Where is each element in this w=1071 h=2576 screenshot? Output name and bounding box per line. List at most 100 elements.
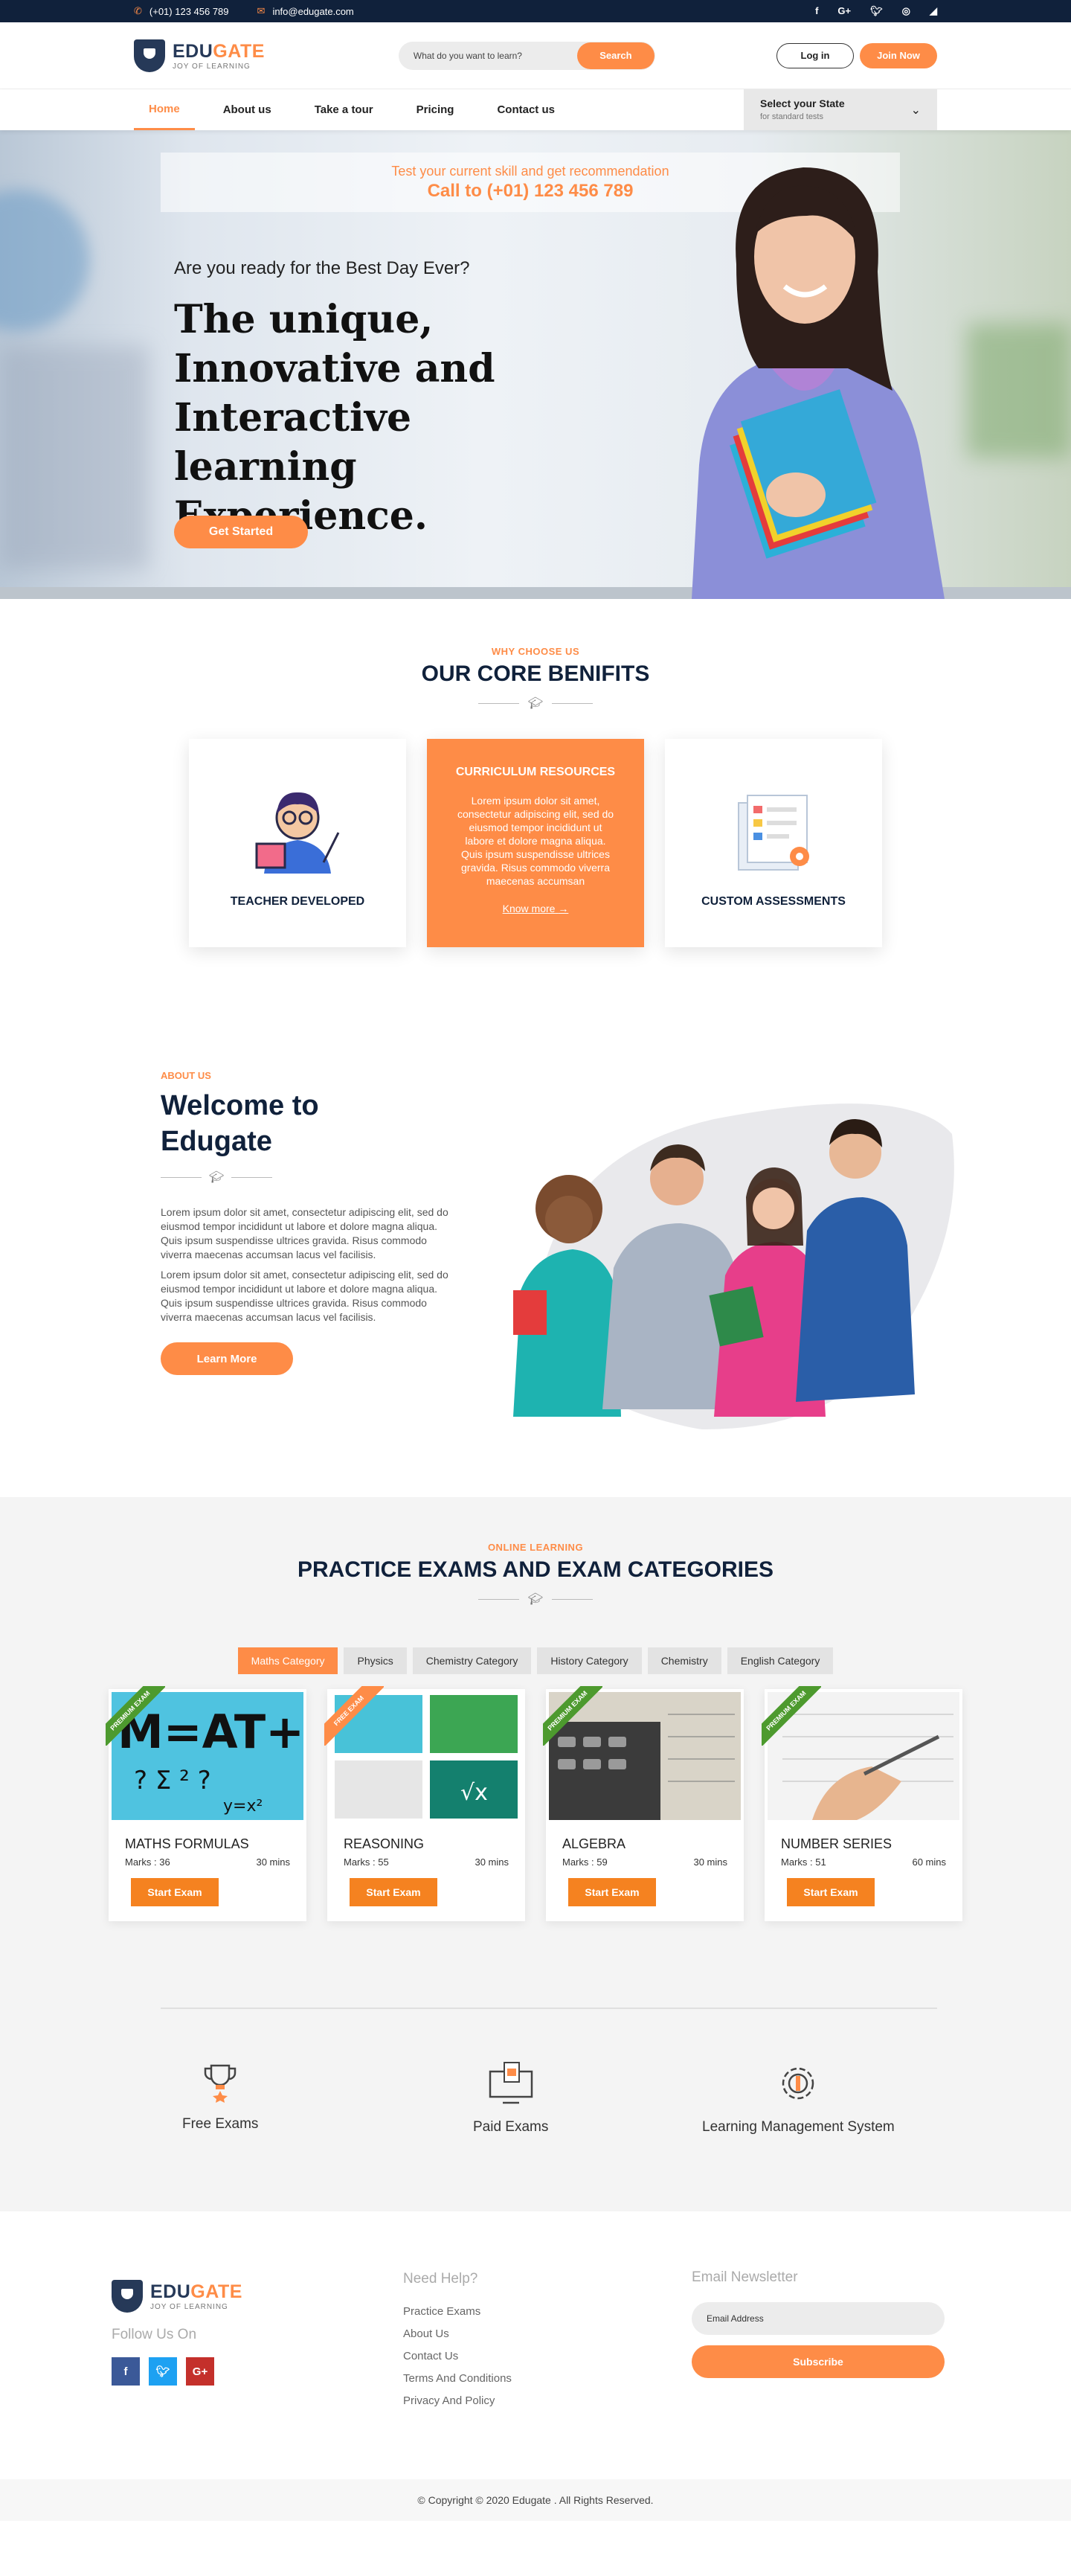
gear-lms-icon [782, 2067, 814, 2100]
state-select-sub: for standard tests [760, 112, 823, 121]
footer-link-about-us[interactable]: About Us [403, 2327, 512, 2340]
exam-title: NUMBER SERIES [781, 1836, 892, 1851]
benefit-title: TEACHER DEVELOPED [230, 895, 365, 908]
nav-home[interactable]: Home [134, 89, 195, 130]
exam-marks: Marks : 36 [125, 1856, 170, 1868]
divider: 🎓︎ [0, 696, 1071, 711]
exam-time: 30 mins [475, 1856, 509, 1868]
exam-card[interactable]: PREMIUM EXAM NUMBER SERIES Marks : 51 60 … [762, 1686, 962, 1921]
main-nav: Home About us Take a tour Pricing Contac… [0, 89, 1071, 130]
copyright: © Copyright © 2020 Edugate . All Rights … [0, 2479, 1071, 2521]
premium-ribbon: PREMIUM EXAM [762, 1686, 821, 1746]
exam-title: REASONING [344, 1836, 425, 1851]
benefit-card-teacher[interactable]: TEACHER DEVELOPED [189, 739, 406, 947]
assessment-icon [738, 795, 809, 871]
twitter-icon[interactable]: 🐦︎ [149, 2357, 177, 2386]
about-paragraph-2: Lorem ipsum dolor sit amet, consectetur … [161, 1269, 448, 1323]
state-select-title: Select your State [760, 97, 845, 109]
tab-english-category[interactable]: English Category [727, 1647, 834, 1674]
tab-history-category[interactable]: History Category [537, 1647, 642, 1674]
benefit-title: CURRICULUM RESOURCES [455, 766, 616, 778]
start-exam-button[interactable]: Start Exam [568, 1878, 656, 1906]
email-input[interactable]: Email Address [692, 2302, 945, 2335]
get-started-button[interactable]: Get Started [174, 516, 308, 548]
login-button[interactable]: Log in [776, 42, 854, 68]
benefit-card-assessments[interactable]: CUSTOM ASSESSMENTS [665, 739, 882, 947]
state-select[interactable]: Select your State for standard tests ⌄ [744, 89, 937, 130]
exam-time: 60 mins [912, 1856, 946, 1868]
teacher-icon [255, 792, 340, 874]
tab-chemistry-category[interactable]: Chemistry Category [412, 1647, 532, 1674]
learn-more-button[interactable]: Learn More [161, 1342, 293, 1375]
tab-physics[interactable]: Physics [344, 1647, 407, 1674]
search-input[interactable]: What do you want to learn? [414, 51, 577, 61]
search-button[interactable]: Search [576, 42, 654, 69]
twitter-icon[interactable]: 🐦︎ [870, 5, 883, 17]
graduation-cap-icon: 🎓︎ [209, 1171, 225, 1184]
start-exam-button[interactable]: Start Exam [350, 1878, 437, 1906]
join-now-button[interactable]: Join Now [860, 42, 937, 68]
feature-paid-exams[interactable]: Paid Exams [473, 2061, 548, 2136]
rss-icon[interactable]: ◢ [930, 5, 937, 17]
benefits-section: WHY CHOOSE US OUR CORE BENIFITS 🎓︎ TEACH… [0, 646, 1071, 947]
feature-free-exams[interactable]: Free Exams [182, 2061, 258, 2133]
trophy-icon [204, 2064, 237, 2103]
footer-link-privacy[interactable]: Privacy And Policy [403, 2394, 512, 2407]
feature-label: Learning Management System [702, 2119, 895, 2135]
start-exam-button[interactable]: Start Exam [131, 1878, 219, 1906]
nav-pricing[interactable]: Pricing [402, 89, 469, 130]
footer-link-contact-us[interactable]: Contact Us [403, 2350, 512, 2362]
brand-name: EDUGATE [173, 40, 265, 62]
logo[interactable]: EDUGATE JOY OF LEARNING [134, 39, 265, 72]
tab-chemistry[interactable]: Chemistry [647, 1647, 721, 1674]
benefits-title: OUR CORE BENIFITS [421, 661, 650, 686]
phone-icon: ✆ [134, 5, 142, 16]
nav-tour[interactable]: Take a tour [300, 89, 388, 130]
google-plus-icon[interactable]: G+ [186, 2357, 214, 2386]
call-line-1: Test your current skill and get recommen… [391, 163, 669, 179]
about-paragraph-1: Lorem ipsum dolor sit amet, consectetur … [161, 1206, 448, 1260]
hero-headline: The unique, Innovative and Interactive l… [174, 297, 495, 539]
benefit-card-curriculum[interactable]: CURRICULUM RESOURCES Lorem ipsum dolor s… [427, 739, 644, 947]
graduation-cap-icon: 🎓︎ [527, 697, 544, 710]
nav-contact[interactable]: Contact us [482, 89, 570, 130]
practice-title: PRACTICE EXAMS AND EXAM CATEGORIES [297, 1557, 774, 1582]
exam-marks: Marks : 59 [562, 1856, 608, 1868]
footer-link-terms[interactable]: Terms And Conditions [403, 2372, 512, 2385]
hero-pretitle: Are you ready for the Best Day Ever? [174, 258, 470, 278]
about-section: ABOUT US Welcome to Edugate 🎓︎ Lorem ips… [0, 1067, 1071, 1454]
instagram-icon[interactable]: ◎ [902, 5, 910, 17]
svg-text:y=x²: y=x² [223, 1797, 263, 1816]
exam-card[interactable]: M=AT+H? Σ ² ?y=x² PREMIUM EXAM MATHS FOR… [106, 1686, 306, 1921]
brand-tagline: JOY OF LEARNING [150, 2303, 228, 2311]
exam-card[interactable]: PREMIUM EXAM ALGEBRA Marks : 59 30 mins S… [543, 1686, 744, 1921]
footer-link-practice-exams[interactable]: Practice Exams [403, 2305, 512, 2318]
feature-lms[interactable]: Learning Management System [702, 2061, 895, 2136]
footer-logo[interactable]: EDUGATE JOY OF LEARNING [112, 2280, 242, 2313]
exam-time: 30 mins [256, 1856, 290, 1868]
graduation-cap-icon: 🎓︎ [527, 1593, 544, 1606]
call-line-2[interactable]: Call to (+01) 123 456 789 [428, 181, 634, 202]
exam-marks: Marks : 51 [781, 1856, 826, 1868]
category-tabs: Maths Category Physics Chemistry Categor… [0, 1647, 1071, 1674]
practice-tag: ONLINE LEARNING [487, 1542, 584, 1553]
hero-banner: Test your current skill and get recommen… [0, 130, 1071, 599]
brand-tagline: JOY OF LEARNING [173, 62, 251, 71]
google-plus-icon[interactable]: G+ [837, 5, 851, 17]
exam-card[interactable]: √x FREE EXAM REASONING Marks : 55 30 mins… [324, 1686, 525, 1921]
svg-text:√x: √x [460, 1780, 488, 1806]
divider: 🎓︎ [161, 1170, 273, 1185]
premium-ribbon: PREMIUM EXAM [543, 1686, 602, 1746]
know-more-link[interactable]: Know more → [503, 903, 569, 914]
tab-maths-category[interactable]: Maths Category [237, 1647, 338, 1674]
nav-about[interactable]: About us [208, 89, 286, 130]
mail-icon: ✉ [257, 5, 266, 16]
facebook-icon[interactable]: f [112, 2357, 140, 2386]
facebook-icon[interactable]: f [815, 5, 818, 17]
free-ribbon: FREE EXAM [324, 1686, 384, 1746]
start-exam-button[interactable]: Start Exam [787, 1878, 875, 1906]
phone-info[interactable]: ✆ (+01) 123 456 789 [134, 5, 229, 17]
email-info[interactable]: ✉ info@edugate.com [257, 5, 354, 17]
subscribe-button[interactable]: Subscribe [692, 2345, 945, 2378]
site-footer: EDUGATE JOY OF LEARNING Follow Us On f 🐦︎… [0, 2211, 1071, 2479]
